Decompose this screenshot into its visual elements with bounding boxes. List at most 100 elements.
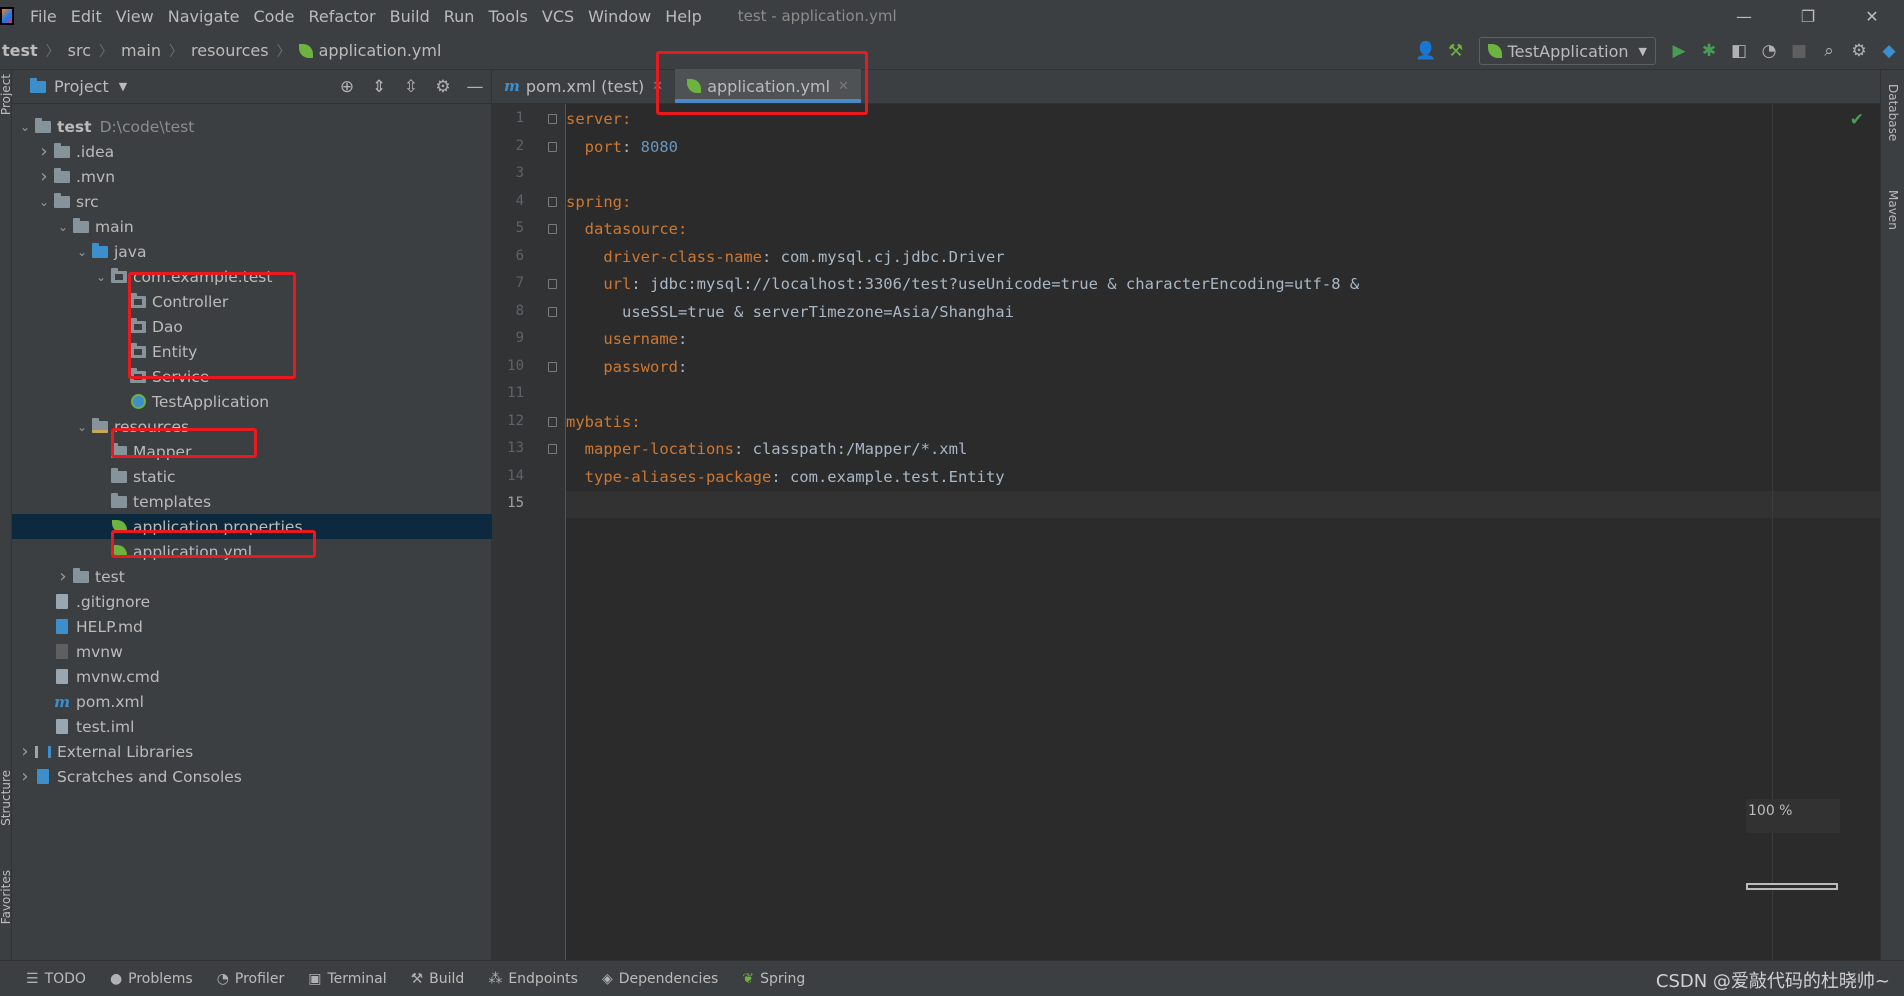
chevron-down-icon[interactable]: ⌄ (16, 120, 34, 134)
menu-build[interactable]: Build (390, 7, 430, 26)
chevron-down-icon[interactable]: ▼ (119, 80, 127, 93)
toolbox-icon[interactable]: ◆ (1874, 36, 1904, 66)
breadcrumb-item[interactable]: main (121, 41, 161, 60)
hammer-build-icon[interactable]: ⚒ (1441, 36, 1471, 66)
tree-item[interactable]: › .idea (12, 139, 492, 164)
close-window-button[interactable]: ✕ (1840, 0, 1904, 32)
gear-icon[interactable]: ⚙ (1844, 36, 1874, 66)
tree-item[interactable]: Controller (12, 289, 492, 314)
code-editor[interactable]: server: port: 8080 spring: datasource: dr… (566, 104, 1880, 960)
tree-item[interactable]: › test (12, 564, 492, 589)
tree-item[interactable]: Dao (12, 314, 492, 339)
breadcrumb-item[interactable]: src (68, 41, 91, 60)
tree-item[interactable]: templates (12, 489, 492, 514)
menu-refactor[interactable]: Refactor (308, 7, 375, 26)
fold-marker-icon[interactable] (548, 444, 557, 454)
chevron-down-icon[interactable]: ⌄ (73, 245, 91, 259)
tree-item[interactable]: HELP.md (12, 614, 492, 639)
terminal-tool-button[interactable]: ▣ Terminal (308, 971, 386, 987)
project-panel-title[interactable]: Project (54, 77, 109, 96)
expand-all-icon[interactable]: ⇕ (363, 77, 395, 97)
dependencies-tool-button[interactable]: ◈ Dependencies (602, 971, 718, 987)
menu-navigate[interactable]: Navigate (168, 7, 240, 26)
chevron-right-icon[interactable]: › (16, 741, 34, 762)
tree-item[interactable]: ⌄ main (12, 214, 492, 239)
menu-help[interactable]: Help (665, 7, 701, 26)
breadcrumb-item[interactable]: resources (191, 41, 269, 60)
fold-marker-icon[interactable] (548, 279, 557, 289)
fold-marker-icon[interactable] (548, 196, 557, 207)
menu-window[interactable]: Window (588, 7, 651, 26)
tree-item[interactable]: application.yml (12, 539, 492, 564)
tab-pom-xml[interactable]: m pom.xml (test) ✕ (492, 69, 675, 103)
maven-tool-tab[interactable]: Maven (1886, 190, 1900, 230)
locate-icon[interactable]: ⊕ (331, 77, 363, 97)
fold-marker-icon[interactable] (548, 361, 557, 372)
tree-item[interactable]: ⌄ resources (12, 414, 492, 439)
todo-tool-button[interactable]: ☰ TODO (26, 971, 86, 987)
tree-item[interactable]: ⌄ src (12, 189, 492, 214)
database-tool-tab[interactable]: Database (1886, 84, 1900, 141)
minimize-button[interactable]: — (1712, 0, 1776, 32)
chevron-right-icon[interactable]: › (54, 566, 72, 587)
menu-run[interactable]: Run (444, 7, 475, 26)
tree-item[interactable]: .gitignore (12, 589, 492, 614)
tree-item[interactable]: mvnw.cmd (12, 664, 492, 689)
menu-view[interactable]: View (116, 7, 154, 26)
tree-item[interactable]: test.iml (12, 714, 492, 739)
hide-icon[interactable]: — (459, 77, 491, 97)
endpoints-tool-button[interactable]: ⁂ Endpoints (488, 971, 578, 987)
tree-item[interactable]: ⌄ test D:\code\test (12, 114, 492, 139)
fold-marker-icon[interactable] (548, 141, 557, 152)
run-icon[interactable]: ▶ (1664, 36, 1694, 66)
tree-item[interactable]: m pom.xml (12, 689, 492, 714)
search-icon[interactable]: ⌕ (1814, 36, 1844, 66)
fold-marker-icon[interactable] (548, 224, 557, 234)
close-icon[interactable]: ✕ (838, 79, 849, 94)
tree-item[interactable]: static (12, 464, 492, 489)
fold-marker-icon[interactable] (548, 306, 557, 317)
chevron-down-icon[interactable]: ⌄ (92, 270, 110, 284)
profile-icon[interactable]: ◔ (1754, 36, 1784, 66)
tree-item[interactable]: application.properties (12, 514, 492, 539)
tree-item[interactable]: ⌄ java (12, 239, 492, 264)
tree-item[interactable]: Service (12, 364, 492, 389)
debug-icon[interactable]: ✱ (1694, 36, 1724, 66)
tab-application-yml[interactable]: application.yml ✕ (675, 69, 861, 103)
run-configuration-dropdown[interactable]: TestApplication ▼ (1478, 37, 1656, 65)
restore-button[interactable]: ❐ (1776, 0, 1840, 32)
fold-marker-icon[interactable] (548, 416, 557, 427)
fold-marker-icon[interactable] (548, 114, 557, 124)
profiler-tool-button[interactable]: ◔ Profiler (217, 971, 285, 987)
tree-item[interactable]: Entity (12, 339, 492, 364)
spring-tool-button[interactable]: ❦ Spring (742, 971, 805, 987)
chevron-down-icon[interactable]: ⌄ (73, 420, 91, 434)
chevron-right-icon[interactable]: › (35, 166, 53, 187)
breadcrumb-item[interactable]: application.yml (319, 41, 442, 60)
chevron-down-icon[interactable]: ⌄ (35, 195, 53, 209)
tree-item[interactable]: › Scratches and Consoles (12, 764, 492, 789)
menu-tools[interactable]: Tools (488, 7, 527, 26)
menu-edit[interactable]: Edit (71, 7, 102, 26)
collapse-all-icon[interactable]: ⇳ (395, 77, 427, 97)
close-icon[interactable]: ✕ (652, 79, 663, 94)
build-tool-button[interactable]: ⚒ Build (411, 971, 465, 987)
tree-item[interactable]: › .mvn (12, 164, 492, 189)
tree-item[interactable]: TestApplication (12, 389, 492, 414)
tree-item[interactable]: Mapper (12, 439, 492, 464)
tree-item[interactable]: ⌄ com.example.test (12, 264, 492, 289)
breadcrumb-item[interactable]: test (2, 41, 38, 60)
user-icon[interactable]: 👤 (1411, 36, 1441, 66)
menu-vcs[interactable]: VCS (542, 7, 574, 26)
coverage-icon[interactable]: ◧ (1724, 36, 1754, 66)
chevron-right-icon[interactable]: › (16, 766, 34, 787)
menu-code[interactable]: Code (254, 7, 295, 26)
tree-item[interactable]: › External Libraries (12, 739, 492, 764)
tree-item[interactable]: mvnw (12, 639, 492, 664)
chevron-right-icon[interactable]: › (35, 141, 53, 162)
chevron-down-icon[interactable]: ⌄ (54, 220, 72, 234)
problems-tool-button[interactable]: ● Problems (110, 971, 193, 987)
zoom-slider[interactable] (1746, 883, 1838, 890)
stop-icon[interactable]: ■ (1784, 36, 1814, 66)
menu-file[interactable]: File (30, 7, 57, 26)
